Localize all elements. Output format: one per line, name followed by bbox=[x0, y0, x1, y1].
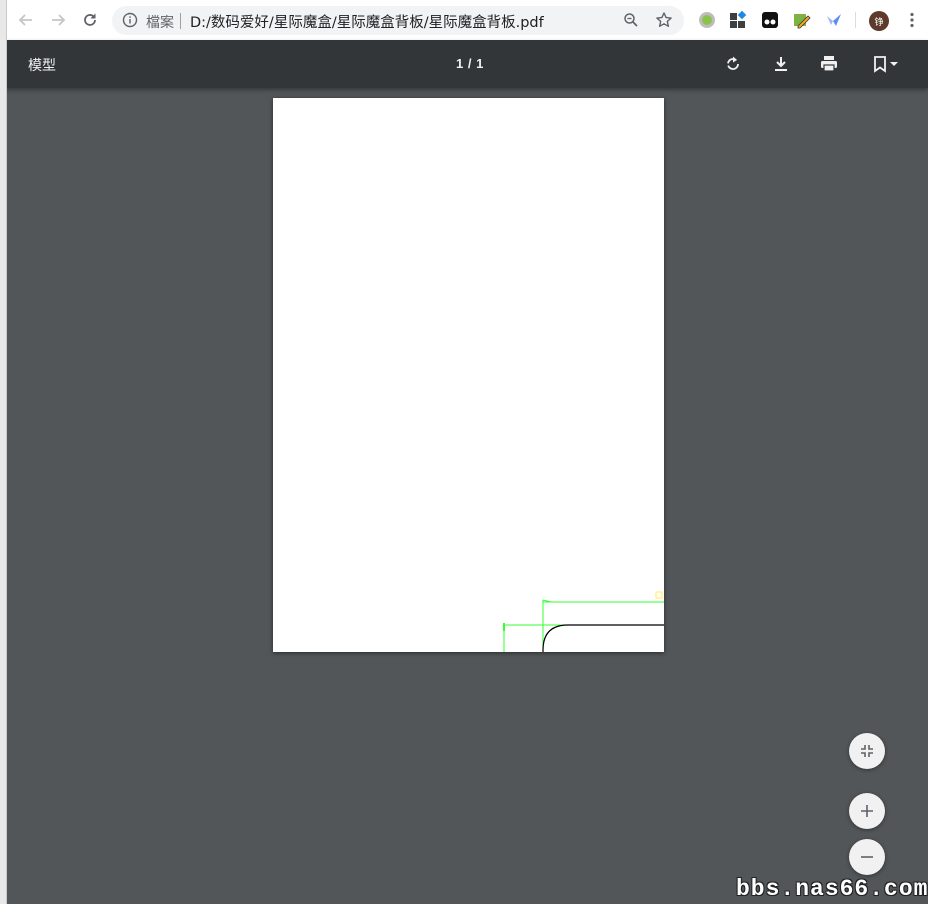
reload-icon bbox=[84, 13, 96, 26]
download-icon bbox=[775, 57, 787, 71]
site-watermark: bbs.nas66.com bbox=[736, 876, 928, 902]
bookmark-menu-button[interactable] bbox=[866, 52, 906, 76]
browser-toolbar: 檔案 D:/数码爱好/星际魔盒/星际魔盒背板/星际魔盒背板.pdf 铮 bbox=[0, 0, 928, 41]
address-separator bbox=[180, 13, 181, 29]
more-menu-icon[interactable] bbox=[904, 11, 920, 34]
profile-avatar[interactable]: 铮 bbox=[869, 11, 889, 31]
reload-button[interactable] bbox=[78, 8, 102, 32]
pdf-page bbox=[273, 98, 664, 652]
caret-down-icon bbox=[890, 62, 898, 66]
tampermonkey-extension-icon[interactable] bbox=[760, 10, 780, 30]
print-button[interactable] bbox=[817, 52, 841, 76]
page-indicator[interactable]: 1 / 1 bbox=[456, 56, 484, 71]
left-window-edge bbox=[0, 0, 7, 904]
fit-page-icon bbox=[861, 745, 873, 757]
zoom-magnifier-icon[interactable] bbox=[623, 12, 639, 33]
cad-drawing bbox=[503, 591, 664, 652]
url-text[interactable]: D:/数码爱好/星际魔盒/星际魔盒背板/星际魔盒背板.pdf bbox=[190, 11, 544, 32]
minus-icon bbox=[861, 856, 873, 858]
rotate-button[interactable] bbox=[721, 52, 745, 76]
pdf-toolbar: 模型 1 / 1 bbox=[6, 40, 928, 88]
back-button[interactable] bbox=[14, 8, 38, 32]
app-grid-extension-icon[interactable] bbox=[728, 10, 748, 30]
info-icon[interactable] bbox=[122, 12, 138, 33]
green-dot-extension-icon[interactable] bbox=[697, 10, 717, 30]
plus-icon bbox=[861, 805, 873, 817]
printer-icon bbox=[821, 56, 837, 72]
zoom-in-button[interactable] bbox=[849, 793, 885, 829]
download-button[interactable] bbox=[769, 52, 793, 76]
bookmark-icon bbox=[874, 56, 886, 73]
toolbar-divider bbox=[855, 12, 856, 28]
forward-button[interactable] bbox=[46, 8, 70, 32]
bird-extension-icon[interactable] bbox=[824, 10, 844, 30]
address-bar[interactable]: 檔案 D:/数码爱好/星际魔盒/星际魔盒背板/星际魔盒背板.pdf bbox=[112, 6, 684, 35]
pencil-extension-icon[interactable] bbox=[792, 10, 812, 30]
fit-to-page-button[interactable] bbox=[849, 733, 885, 769]
arrow-left-icon bbox=[18, 14, 32, 26]
pdf-title: 模型 bbox=[28, 58, 56, 74]
arrow-right-icon bbox=[52, 14, 66, 26]
zoom-out-button[interactable] bbox=[849, 839, 885, 875]
file-scheme-label: 檔案 bbox=[146, 15, 174, 31]
rotate-icon bbox=[727, 56, 739, 70]
bookmark-star-icon[interactable] bbox=[655, 11, 673, 34]
